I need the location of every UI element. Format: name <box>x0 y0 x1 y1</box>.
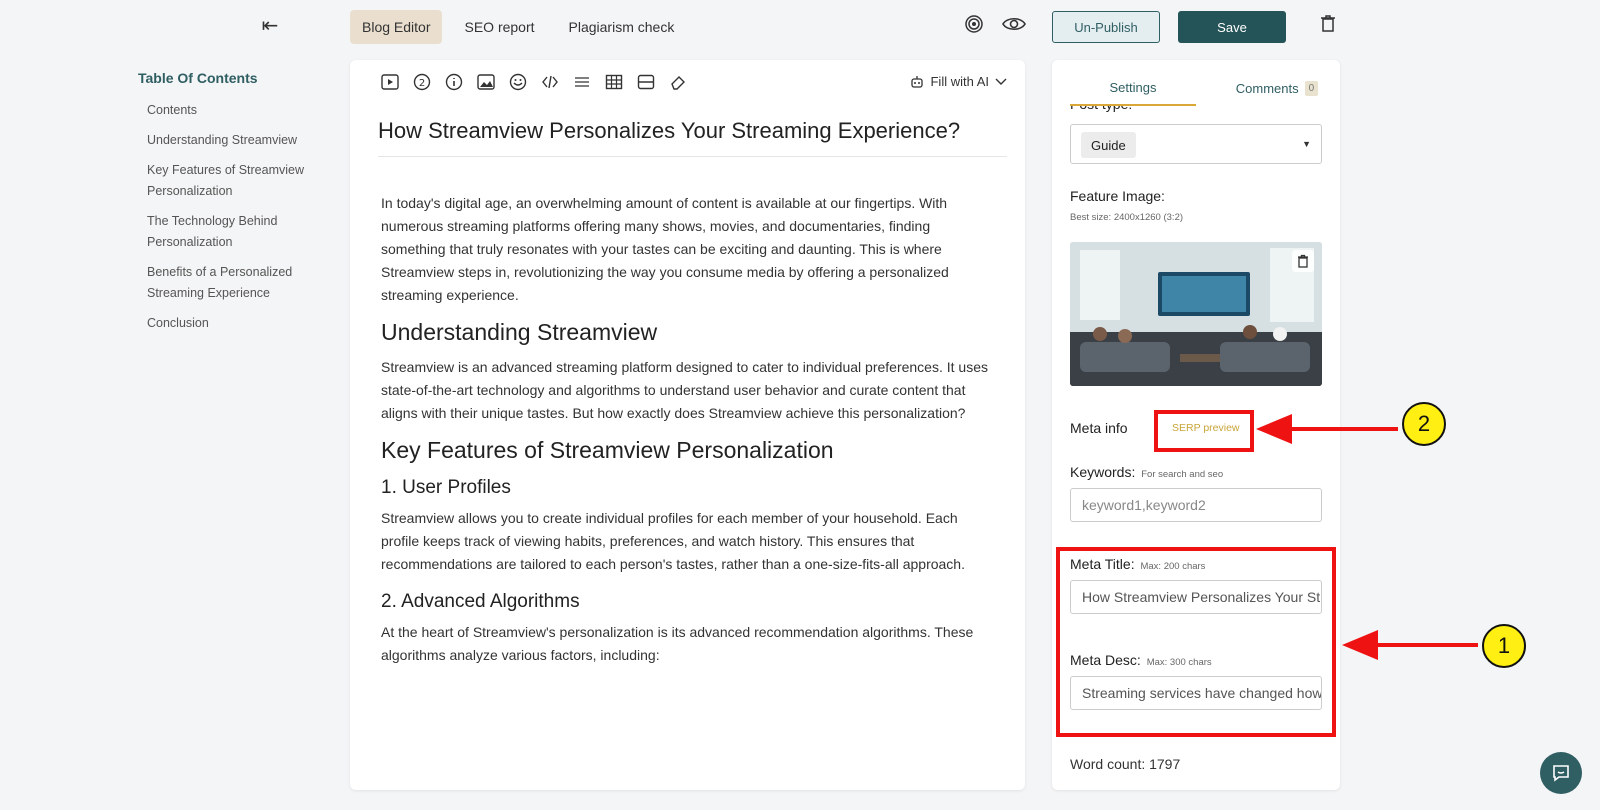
annotation-arrows <box>1256 414 1478 660</box>
annotation-marker-2: 2 <box>1402 402 1446 446</box>
annotation-marker-1: 1 <box>1482 624 1526 668</box>
chat-icon[interactable] <box>1540 752 1582 794</box>
